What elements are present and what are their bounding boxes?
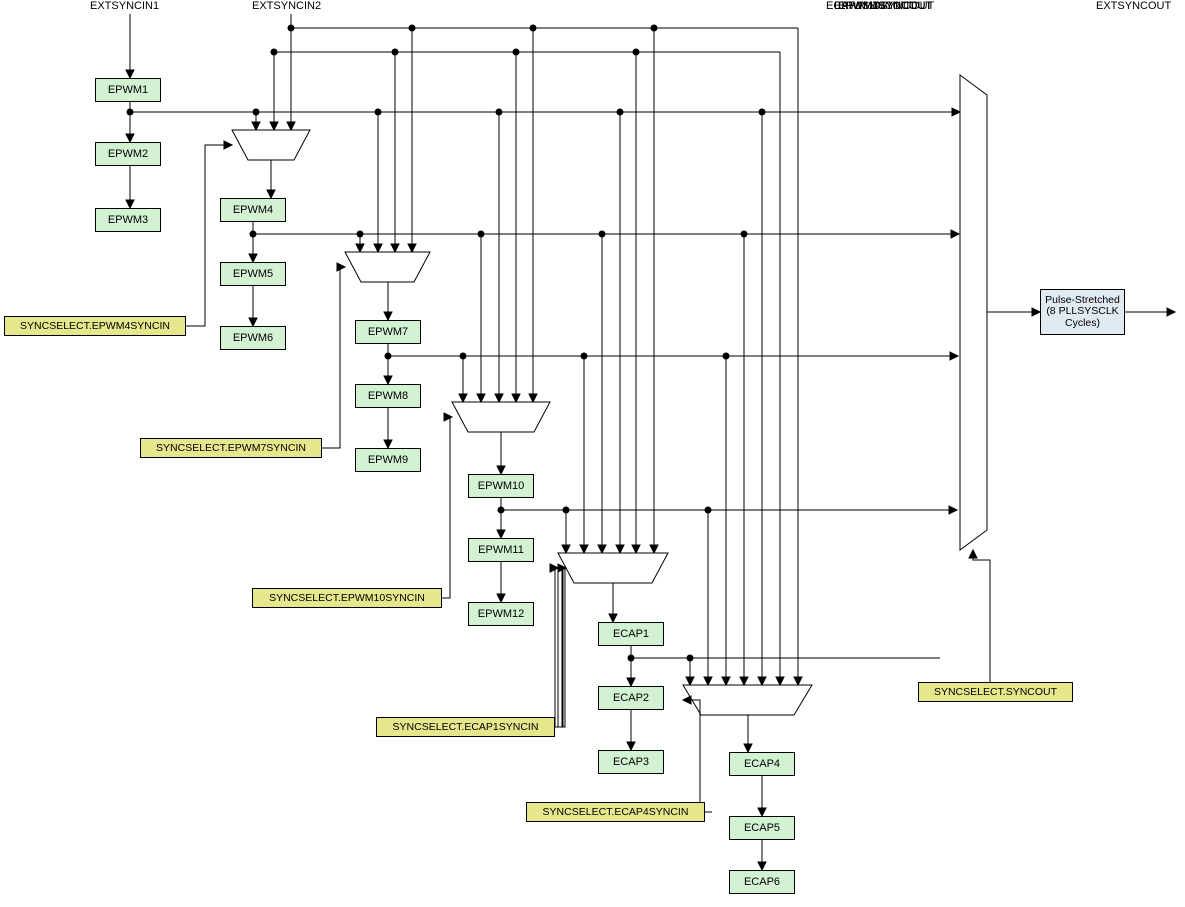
extsyncout-label: EXTSYNCOUT (1096, 0, 1171, 12)
ecap1syncout-label: ECAP1SYNCOUT (826, 0, 916, 12)
syncselect-ecap1syncin: SYNCSELECT.ECAP1SYNCIN (376, 717, 555, 737)
epwm2-block: EPWM2 (95, 142, 161, 166)
syncselect-syncout: SYNCSELECT.SYNCOUT (918, 682, 1073, 702)
pulse-stretched-block: Pulse-Stretched (8 PLLSYSCLK Cycles) (1040, 289, 1125, 335)
syncselect-epwm7syncin: SYNCSELECT.EPWM7SYNCIN (140, 438, 322, 458)
epwm7-block: EPWM7 (355, 320, 421, 344)
epwm6-block: EPWM6 (220, 326, 286, 350)
ecap4-block: ECAP4 (729, 752, 795, 776)
epwm5-block: EPWM5 (220, 262, 286, 286)
epwm8-block: EPWM8 (355, 384, 421, 408)
epwm3-block: EPWM3 (95, 208, 161, 232)
ecap2-block: ECAP2 (598, 686, 664, 710)
extsyncin1-label: EXTSYNCIN1 (90, 0, 159, 12)
ecap1-block: ECAP1 (598, 622, 664, 646)
ecap3-block: ECAP3 (598, 750, 664, 774)
syncselect-epwm4syncin: SYNCSELECT.EPWM4SYNCIN (4, 316, 186, 336)
ecap5-block: ECAP5 (729, 816, 795, 840)
epwm11-block: EPWM11 (468, 538, 534, 562)
epwm4-block: EPWM4 (220, 198, 286, 222)
epwm12-block: EPWM12 (468, 602, 534, 626)
epwm9-block: EPWM9 (355, 448, 421, 472)
epwm10-block: EPWM10 (468, 474, 534, 498)
ecap6-block: ECAP6 (729, 870, 795, 894)
epwm1-block: EPWM1 (95, 78, 161, 102)
syncselect-epwm10syncin: SYNCSELECT.EPWM10SYNCIN (252, 588, 442, 608)
syncselect-ecap4syncin: SYNCSELECT.ECAP4SYNCIN (526, 802, 705, 822)
extsyncin2-label: EXTSYNCIN2 (252, 0, 321, 12)
